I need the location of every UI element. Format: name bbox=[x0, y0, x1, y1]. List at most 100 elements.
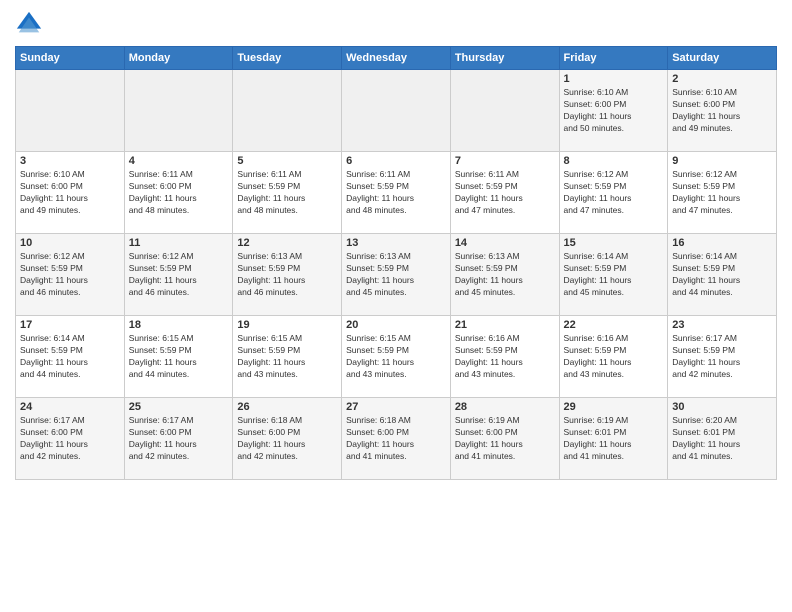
day-number: 6 bbox=[346, 155, 446, 167]
day-info: Sunrise: 6:18 AM Sunset: 6:00 PM Dayligh… bbox=[237, 415, 337, 463]
day-info: Sunrise: 6:10 AM Sunset: 6:00 PM Dayligh… bbox=[564, 87, 664, 135]
day-info: Sunrise: 6:17 AM Sunset: 6:00 PM Dayligh… bbox=[20, 415, 120, 463]
day-number: 18 bbox=[129, 319, 229, 331]
day-header-saturday: Saturday bbox=[668, 47, 777, 70]
calendar-cell: 7Sunrise: 6:11 AM Sunset: 5:59 PM Daylig… bbox=[450, 152, 559, 234]
day-number: 5 bbox=[237, 155, 337, 167]
calendar-cell: 2 Sunrise: 6:10 AM Sunset: 6:00 PM Daylig… bbox=[668, 70, 777, 152]
day-number: 20 bbox=[346, 319, 446, 331]
day-number: 11 bbox=[129, 237, 229, 249]
day-number: 30 bbox=[672, 401, 772, 413]
day-number: 13 bbox=[346, 237, 446, 249]
day-info: Sunrise: 6:20 AM Sunset: 6:01 PM Dayligh… bbox=[672, 415, 772, 463]
calendar-cell: 27 Sunrise: 6:18 AM Sunset: 6:00 PM Dayli… bbox=[342, 398, 451, 480]
calendar-cell: 15 Sunrise: 6:14 AM Sunset: 5:59 PM Dayli… bbox=[559, 234, 668, 316]
day-header-sunday: Sunday bbox=[16, 47, 125, 70]
day-info: Sunrise: 6:16 AM Sunset: 5:59 PM Dayligh… bbox=[564, 333, 664, 381]
day-header-monday: Monday bbox=[124, 47, 233, 70]
day-info: Sunrise: 6:16 AM Sunset: 5:59 PM Dayligh… bbox=[455, 333, 555, 381]
day-number: 12 bbox=[237, 237, 337, 249]
calendar-cell: 5 Sunrise: 6:11 AM Sunset: 5:59 PM Daylig… bbox=[233, 152, 342, 234]
calendar-cell bbox=[124, 70, 233, 152]
day-header-thursday: Thursday bbox=[450, 47, 559, 70]
calendar-cell: 25 Sunrise: 6:17 AM Sunset: 6:00 PM Dayli… bbox=[124, 398, 233, 480]
calendar-week-4: 17 Sunrise: 6:14 AM Sunset: 5:59 PM Dayli… bbox=[16, 316, 777, 398]
calendar-cell: 30 Sunrise: 6:20 AM Sunset: 6:01 PM Dayli… bbox=[668, 398, 777, 480]
calendar-cell: 1 Sunrise: 6:10 AM Sunset: 6:00 PM Daylig… bbox=[559, 70, 668, 152]
day-number: 1 bbox=[564, 73, 664, 85]
calendar-week-1: 1 Sunrise: 6:10 AM Sunset: 6:00 PM Daylig… bbox=[16, 70, 777, 152]
day-info: Sunrise: 6:19 AM Sunset: 6:01 PM Dayligh… bbox=[564, 415, 664, 463]
day-info: Sunrise: 6:14 AM Sunset: 5:59 PM Dayligh… bbox=[564, 251, 664, 299]
logo bbox=[15, 10, 47, 38]
calendar-cell: 22Sunrise: 6:16 AM Sunset: 5:59 PM Dayli… bbox=[559, 316, 668, 398]
day-number: 19 bbox=[237, 319, 337, 331]
page: SundayMondayTuesdayWednesdayThursdayFrid… bbox=[0, 0, 792, 612]
calendar-cell: 17 Sunrise: 6:14 AM Sunset: 5:59 PM Dayli… bbox=[16, 316, 125, 398]
day-number: 16 bbox=[672, 237, 772, 249]
day-info: Sunrise: 6:12 AM Sunset: 5:59 PM Dayligh… bbox=[20, 251, 120, 299]
calendar-cell: 14Sunrise: 6:13 AM Sunset: 5:59 PM Dayli… bbox=[450, 234, 559, 316]
calendar-cell: 13 Sunrise: 6:13 AM Sunset: 5:59 PM Dayli… bbox=[342, 234, 451, 316]
day-number: 14 bbox=[455, 237, 555, 249]
calendar-cell: 23 Sunrise: 6:17 AM Sunset: 5:59 PM Dayli… bbox=[668, 316, 777, 398]
day-header-wednesday: Wednesday bbox=[342, 47, 451, 70]
day-info: Sunrise: 6:15 AM Sunset: 5:59 PM Dayligh… bbox=[237, 333, 337, 381]
day-number: 28 bbox=[455, 401, 555, 413]
calendar-cell: 12 Sunrise: 6:13 AM Sunset: 5:59 PM Dayli… bbox=[233, 234, 342, 316]
day-info: Sunrise: 6:11 AM Sunset: 5:59 PM Dayligh… bbox=[455, 169, 555, 217]
day-number: 10 bbox=[20, 237, 120, 249]
calendar-table: SundayMondayTuesdayWednesdayThursdayFrid… bbox=[15, 46, 777, 480]
day-info: Sunrise: 6:12 AM Sunset: 5:59 PM Dayligh… bbox=[129, 251, 229, 299]
day-info: Sunrise: 6:10 AM Sunset: 6:00 PM Dayligh… bbox=[672, 87, 772, 135]
day-number: 15 bbox=[564, 237, 664, 249]
calendar-cell: 28 Sunrise: 6:19 AM Sunset: 6:00 PM Dayli… bbox=[450, 398, 559, 480]
day-number: 4 bbox=[129, 155, 229, 167]
day-info: Sunrise: 6:14 AM Sunset: 5:59 PM Dayligh… bbox=[20, 333, 120, 381]
calendar-cell: 21 Sunrise: 6:16 AM Sunset: 5:59 PM Dayli… bbox=[450, 316, 559, 398]
calendar-cell: 16Sunrise: 6:14 AM Sunset: 5:59 PM Dayli… bbox=[668, 234, 777, 316]
calendar-cell: 9Sunrise: 6:12 AM Sunset: 5:59 PM Daylig… bbox=[668, 152, 777, 234]
calendar-cell: 4Sunrise: 6:11 AM Sunset: 6:00 PM Daylig… bbox=[124, 152, 233, 234]
day-info: Sunrise: 6:13 AM Sunset: 5:59 PM Dayligh… bbox=[237, 251, 337, 299]
calendar-cell: 24 Sunrise: 6:17 AM Sunset: 6:00 PM Dayli… bbox=[16, 398, 125, 480]
day-info: Sunrise: 6:11 AM Sunset: 5:59 PM Dayligh… bbox=[237, 169, 337, 217]
day-info: Sunrise: 6:19 AM Sunset: 6:00 PM Dayligh… bbox=[455, 415, 555, 463]
header bbox=[15, 10, 777, 38]
day-header-tuesday: Tuesday bbox=[233, 47, 342, 70]
logo-icon bbox=[15, 10, 43, 38]
calendar-cell bbox=[450, 70, 559, 152]
day-number: 8 bbox=[564, 155, 664, 167]
day-info: Sunrise: 6:17 AM Sunset: 5:59 PM Dayligh… bbox=[672, 333, 772, 381]
calendar-cell: 11 Sunrise: 6:12 AM Sunset: 5:59 PM Dayli… bbox=[124, 234, 233, 316]
calendar-cell bbox=[16, 70, 125, 152]
calendar-cell: 19 Sunrise: 6:15 AM Sunset: 5:59 PM Dayli… bbox=[233, 316, 342, 398]
calendar-week-3: 10 Sunrise: 6:12 AM Sunset: 5:59 PM Dayli… bbox=[16, 234, 777, 316]
day-number: 23 bbox=[672, 319, 772, 331]
calendar-cell: 26 Sunrise: 6:18 AM Sunset: 6:00 PM Dayli… bbox=[233, 398, 342, 480]
calendar-week-5: 24 Sunrise: 6:17 AM Sunset: 6:00 PM Dayli… bbox=[16, 398, 777, 480]
day-number: 9 bbox=[672, 155, 772, 167]
day-number: 26 bbox=[237, 401, 337, 413]
day-info: Sunrise: 6:18 AM Sunset: 6:00 PM Dayligh… bbox=[346, 415, 446, 463]
calendar-cell: 20 Sunrise: 6:15 AM Sunset: 5:59 PM Dayli… bbox=[342, 316, 451, 398]
day-info: Sunrise: 6:10 AM Sunset: 6:00 PM Dayligh… bbox=[20, 169, 120, 217]
day-number: 21 bbox=[455, 319, 555, 331]
day-info: Sunrise: 6:17 AM Sunset: 6:00 PM Dayligh… bbox=[129, 415, 229, 463]
day-number: 2 bbox=[672, 73, 772, 85]
calendar-cell: 10 Sunrise: 6:12 AM Sunset: 5:59 PM Dayli… bbox=[16, 234, 125, 316]
day-number: 3 bbox=[20, 155, 120, 167]
day-number: 24 bbox=[20, 401, 120, 413]
day-info: Sunrise: 6:12 AM Sunset: 5:59 PM Dayligh… bbox=[564, 169, 664, 217]
day-info: Sunrise: 6:15 AM Sunset: 5:59 PM Dayligh… bbox=[346, 333, 446, 381]
day-info: Sunrise: 6:13 AM Sunset: 5:59 PM Dayligh… bbox=[346, 251, 446, 299]
day-number: 17 bbox=[20, 319, 120, 331]
calendar-cell: 3 Sunrise: 6:10 AM Sunset: 6:00 PM Daylig… bbox=[16, 152, 125, 234]
day-number: 29 bbox=[564, 401, 664, 413]
calendar-cell: 8 Sunrise: 6:12 AM Sunset: 5:59 PM Daylig… bbox=[559, 152, 668, 234]
day-number: 27 bbox=[346, 401, 446, 413]
day-header-friday: Friday bbox=[559, 47, 668, 70]
day-number: 25 bbox=[129, 401, 229, 413]
day-info: Sunrise: 6:11 AM Sunset: 5:59 PM Dayligh… bbox=[346, 169, 446, 217]
day-info: Sunrise: 6:15 AM Sunset: 5:59 PM Dayligh… bbox=[129, 333, 229, 381]
